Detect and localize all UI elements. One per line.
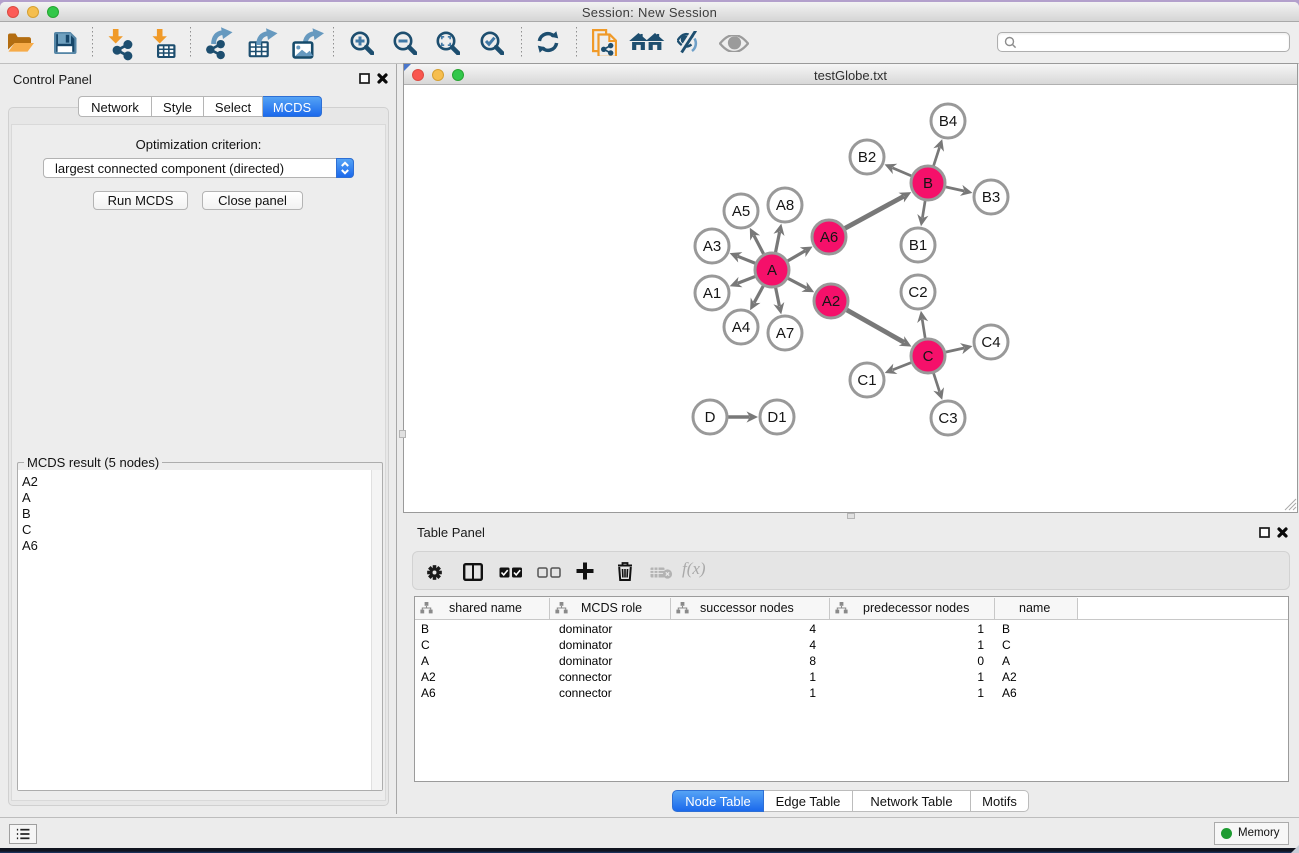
svg-text:B2: B2 [858, 149, 876, 166]
svg-text:A2: A2 [822, 293, 840, 310]
svg-text:B3: B3 [982, 189, 1000, 206]
svg-text:A1: A1 [703, 285, 721, 302]
svg-text:A4: A4 [732, 319, 750, 336]
svg-text:C4: C4 [981, 334, 1000, 351]
svg-text:A: A [767, 262, 777, 279]
svg-text:D: D [705, 409, 716, 426]
svg-text:A3: A3 [703, 238, 721, 255]
svg-text:B4: B4 [939, 113, 957, 130]
svg-text:A8: A8 [776, 197, 794, 214]
svg-text:C2: C2 [908, 284, 927, 301]
svg-text:C1: C1 [857, 372, 876, 389]
svg-text:A7: A7 [776, 325, 794, 342]
svg-text:C3: C3 [938, 410, 957, 427]
svg-text:A5: A5 [732, 203, 750, 220]
svg-text:B: B [923, 175, 933, 192]
svg-text:A6: A6 [820, 229, 838, 246]
svg-text:D1: D1 [767, 409, 786, 426]
svg-text:C: C [923, 348, 934, 365]
svg-text:B1: B1 [909, 237, 927, 254]
